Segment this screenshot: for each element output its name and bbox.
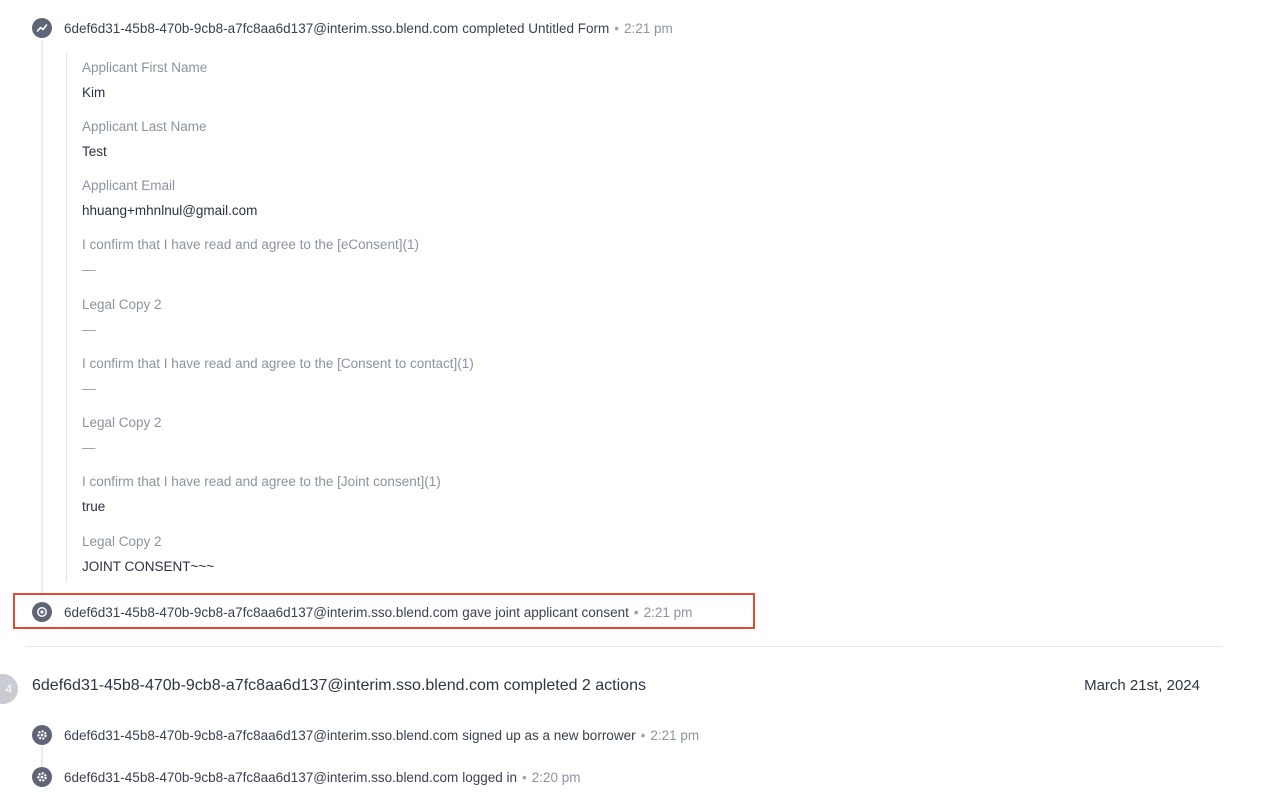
form-details-border xyxy=(66,52,67,582)
form-field: Applicant Email hhuang+mhnlnul@gmail.com xyxy=(82,177,257,220)
group-count-badge: 4 xyxy=(0,674,18,704)
field-label: Legal Copy 2 xyxy=(82,297,162,312)
form-field: Legal Copy 2 JOINT CONSENT~~~ xyxy=(82,533,214,576)
form-field: I confirm that I have read and agree to … xyxy=(82,355,474,398)
activity-form-completed: 6def6d31-45b8-470b-9cb8-a7fc8aa6d137@int… xyxy=(32,18,673,38)
field-label: Legal Copy 2 xyxy=(82,415,162,430)
gear-icon xyxy=(32,725,52,745)
actor-email: 6def6d31-45b8-470b-9cb8-a7fc8aa6d137@int… xyxy=(64,727,459,743)
activity-time: 2:21 pm xyxy=(643,604,693,620)
field-label: Applicant Last Name xyxy=(82,119,207,134)
timeline-connector xyxy=(41,40,43,596)
activity-signup: 6def6d31-45b8-470b-9cb8-a7fc8aa6d137@int… xyxy=(32,725,699,745)
activity-action: completed Untitled Form xyxy=(462,20,610,36)
field-value: — xyxy=(82,262,96,277)
field-label: Applicant Email xyxy=(82,178,176,193)
field-label: Applicant First Name xyxy=(82,60,208,75)
field-value: true xyxy=(82,499,106,514)
actor-email: 6def6d31-45b8-470b-9cb8-a7fc8aa6d137@int… xyxy=(64,604,459,620)
activity-login: 6def6d31-45b8-470b-9cb8-a7fc8aa6d137@int… xyxy=(32,767,581,787)
field-label: Legal Copy 2 xyxy=(82,534,162,549)
activity-time: 2:21 pm xyxy=(650,727,700,743)
form-field: I confirm that I have read and agree to … xyxy=(82,236,419,279)
form-field: Legal Copy 2 — xyxy=(82,296,162,339)
form-field: Applicant First Name Kim xyxy=(82,59,207,102)
form-field: Legal Copy 2 — xyxy=(82,414,162,457)
section-divider xyxy=(26,646,1222,647)
timeline-connector xyxy=(41,746,43,768)
activity-time: 2:20 pm xyxy=(531,769,581,785)
separator-dot: • xyxy=(633,604,639,620)
separator-dot: • xyxy=(640,727,646,743)
separator-dot: • xyxy=(522,769,527,785)
field-label: I confirm that I have read and agree to … xyxy=(82,474,441,489)
chart-line-icon xyxy=(32,18,52,38)
field-value: JOINT CONSENT~~~ xyxy=(82,559,215,574)
activity-joint-consent: 6def6d31-45b8-470b-9cb8-a7fc8aa6d137@int… xyxy=(32,602,692,622)
group-title[interactable]: 6def6d31-45b8-470b-9cb8-a7fc8aa6d137@int… xyxy=(32,677,646,695)
field-label: I confirm that I have read and agree to … xyxy=(82,356,474,371)
form-field: Applicant Last Name Test xyxy=(82,118,207,161)
field-label: I confirm that I have read and agree to … xyxy=(82,237,419,252)
actor-email: 6def6d31-45b8-470b-9cb8-a7fc8aa6d137@int… xyxy=(64,769,459,785)
activity-action: signed up as a new borrower xyxy=(462,727,636,743)
field-value: — xyxy=(82,322,96,337)
field-value: Test xyxy=(82,144,107,159)
separator-dot: • xyxy=(614,20,620,36)
form-field: I confirm that I have read and agree to … xyxy=(82,473,441,516)
gear-icon xyxy=(32,767,52,787)
field-value: — xyxy=(82,440,96,455)
activity-action: gave joint applicant consent xyxy=(462,604,629,620)
field-value: Kim xyxy=(82,85,106,100)
group-date: March 21st, 2024 xyxy=(1084,677,1200,694)
activity-timeline: 6def6d31-45b8-470b-9cb8-a7fc8aa6d137@int… xyxy=(0,0,1280,806)
field-value: — xyxy=(82,381,96,396)
activity-time: 2:21 pm xyxy=(624,20,673,36)
field-value: hhuang+mhnlnul@gmail.com xyxy=(82,203,258,218)
activity-action: logged in xyxy=(462,769,518,785)
consent-badge-icon xyxy=(32,602,52,622)
actor-email: 6def6d31-45b8-470b-9cb8-a7fc8aa6d137@int… xyxy=(64,20,459,36)
